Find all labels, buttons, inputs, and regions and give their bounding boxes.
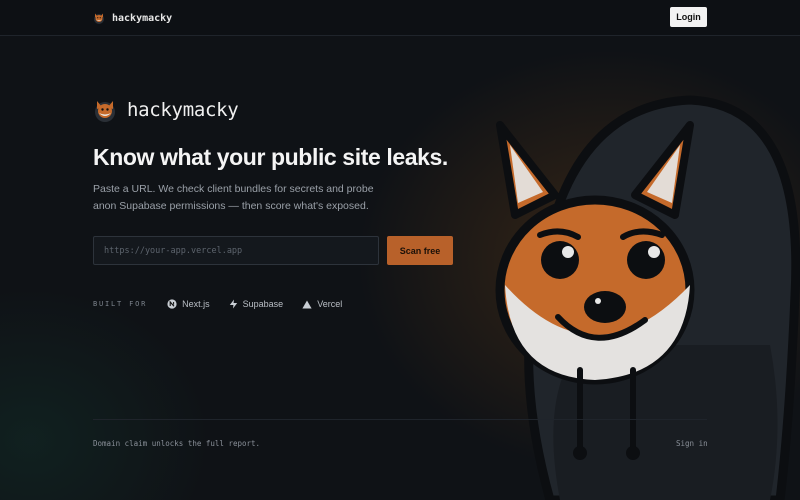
url-input[interactable] — [93, 236, 379, 265]
tech-label: Supabase — [242, 299, 284, 309]
top-navbar: hackymacky Login — [0, 0, 800, 36]
supabase-icon — [229, 299, 237, 309]
nav-brand-name: hackymacky — [112, 12, 173, 24]
sign-in-link[interactable]: Sign in — [676, 439, 708, 448]
built-for-row: BUILT FOR Next.js Supabase Vercel — [93, 299, 361, 309]
tech-supabase: Supabase — [229, 299, 284, 309]
hero-brand-name: hackymacky — [127, 99, 239, 121]
vercel-icon — [302, 300, 312, 308]
tech-nextjs: Next.js — [167, 299, 210, 309]
fox-mascot-illustration — [495, 95, 800, 500]
footer-divider — [93, 419, 707, 420]
scan-form: Scan free — [93, 236, 453, 265]
page-headline: Know what your public site leaks. — [93, 144, 448, 170]
nav-brand[interactable]: hackymacky — [93, 11, 172, 25]
tech-label: Vercel — [317, 299, 343, 309]
tech-label: Next.js — [182, 299, 210, 309]
fox-logo-icon — [95, 101, 115, 122]
landing-page: hackymacky Login hackymacky Know what yo… — [0, 0, 800, 500]
login-button[interactable]: Login — [670, 7, 707, 27]
nextjs-icon — [167, 299, 177, 309]
hero-subtext: Paste a URL. We check client bundles for… — [93, 183, 374, 212]
scan-free-button[interactable]: Scan free — [387, 236, 453, 265]
hero-section: hackymacky Know what your public site le… — [93, 97, 473, 215]
footer-note: Domain claim unlocks the full report. — [93, 439, 261, 448]
hero-brand: hackymacky — [93, 97, 473, 123]
tech-vercel: Vercel — [302, 299, 342, 309]
built-for-label: BUILT FOR — [93, 300, 148, 308]
fox-logo-icon — [94, 13, 104, 24]
